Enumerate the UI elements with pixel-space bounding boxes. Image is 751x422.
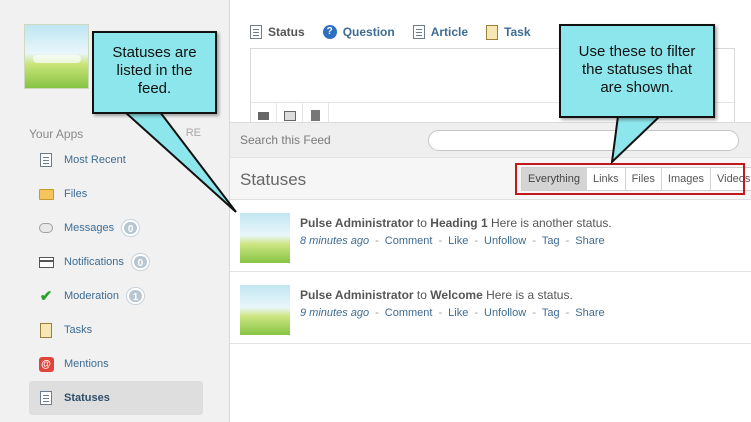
status-text: Here is a status. bbox=[486, 288, 573, 302]
folder-icon bbox=[38, 186, 54, 202]
user-avatar[interactable] bbox=[24, 24, 89, 89]
status-icon bbox=[38, 390, 54, 406]
share-link[interactable]: Share bbox=[575, 307, 604, 319]
sidebar-item-label: Files bbox=[64, 188, 88, 200]
timestamp[interactable]: 9 minutes ago bbox=[300, 307, 369, 319]
sidebar-item-label: Tasks bbox=[64, 324, 93, 336]
sidebar-item-label: Notifications bbox=[64, 256, 124, 268]
sidebar-item-moderation[interactable]: ✔ Moderation 1 bbox=[29, 279, 203, 313]
comment-link[interactable]: Comment bbox=[385, 307, 433, 319]
search-input[interactable] bbox=[428, 130, 739, 151]
sidebar-item-messages[interactable]: Messages 0 bbox=[29, 211, 203, 245]
status-meta: 9 minutes ago - Comment - Like - Unfollow - Tag -… bbox=[300, 307, 605, 319]
tab-label: Question bbox=[342, 25, 395, 39]
sidebar-item-tasks[interactable]: Tasks bbox=[29, 313, 203, 347]
to-word: to bbox=[416, 288, 427, 302]
sidebar-item-label: Mentions bbox=[64, 358, 109, 370]
status-line: Pulse Administrator to Welcome Here is a… bbox=[300, 288, 573, 302]
search-label: Search this Feed bbox=[240, 133, 331, 147]
tag-link[interactable]: Tag bbox=[542, 307, 560, 319]
tab-label: Article bbox=[430, 25, 469, 39]
callout-line: feed. bbox=[137, 80, 172, 97]
timestamp[interactable]: 8 minutes ago bbox=[300, 235, 369, 247]
sidebar-item-most-recent[interactable]: Most Recent bbox=[29, 143, 203, 177]
sidebar-item-label: Moderation bbox=[64, 290, 120, 302]
feed-search-bar: Search this Feed bbox=[230, 122, 751, 158]
sidebar-item-files[interactable]: Files bbox=[29, 177, 203, 211]
tab-label: Status bbox=[268, 25, 305, 39]
sidebar-item-statuses[interactable]: Statuses bbox=[29, 381, 203, 415]
avatar[interactable] bbox=[240, 213, 290, 263]
your-apps-header: Your Apps RE bbox=[29, 127, 201, 141]
like-link[interactable]: Like bbox=[448, 307, 468, 319]
feed-title: Statuses bbox=[240, 170, 307, 189]
callout-filters: Use these to filter the statuses that ar… bbox=[559, 24, 715, 118]
sidebar-item-label: Most Recent bbox=[64, 154, 126, 166]
status-meta: 8 minutes ago - Comment - Like - Unfollow - Tag -… bbox=[300, 235, 605, 247]
tab-question[interactable]: ? Question bbox=[322, 25, 395, 39]
count-badge: 0 bbox=[131, 254, 149, 270]
callout-line: the statuses that bbox=[581, 61, 693, 78]
article-icon bbox=[412, 25, 425, 39]
unfollow-link[interactable]: Unfollow bbox=[484, 235, 526, 247]
sidebar-item-label: Messages bbox=[64, 222, 115, 234]
clipboard-icon bbox=[38, 322, 54, 338]
status-item: Pulse Administrator to Welcome Here is a… bbox=[230, 273, 751, 344]
avatar[interactable] bbox=[240, 285, 290, 335]
target-link[interactable]: Welcome bbox=[430, 288, 482, 302]
count-badge: 0 bbox=[122, 220, 140, 236]
tab-status[interactable]: Status bbox=[250, 25, 305, 39]
status-line: Pulse Administrator to Heading 1 Here is… bbox=[300, 216, 612, 230]
like-link[interactable]: Like bbox=[448, 235, 468, 247]
unfollow-link[interactable]: Unfollow bbox=[484, 307, 526, 319]
comment-link[interactable]: Comment bbox=[385, 235, 433, 247]
callout-line: Use these to filter bbox=[578, 43, 696, 60]
target-link[interactable]: Heading 1 bbox=[430, 216, 487, 230]
app-nav: Most Recent Files Messages 0 Notificatio… bbox=[29, 143, 203, 415]
status-item: Pulse Administrator to Heading 1 Here is… bbox=[230, 201, 751, 272]
task-icon bbox=[486, 24, 499, 40]
share-link[interactable]: Share bbox=[575, 235, 604, 247]
tab-label: Task bbox=[504, 25, 531, 39]
your-apps-title: Your Apps bbox=[29, 127, 84, 141]
filter-highlight-box bbox=[515, 163, 745, 195]
check-icon: ✔ bbox=[39, 288, 53, 305]
tag-link[interactable]: Tag bbox=[542, 235, 560, 247]
question-icon: ? bbox=[322, 25, 337, 39]
tab-task[interactable]: Task bbox=[486, 24, 531, 40]
status-icon bbox=[250, 25, 262, 39]
tab-article[interactable]: Article bbox=[412, 25, 469, 39]
notification-icon bbox=[38, 254, 54, 270]
to-word: to bbox=[416, 216, 427, 230]
callout-feed: Statuses are listed in the feed. bbox=[92, 31, 217, 114]
sidebar-item-label: Statuses bbox=[64, 392, 110, 404]
count-badge: 1 bbox=[127, 288, 145, 304]
at-icon: @ bbox=[38, 356, 54, 372]
callout-line: listed in the bbox=[116, 62, 193, 79]
author-link[interactable]: Pulse Administrator bbox=[300, 288, 414, 302]
status-text: Here is another status. bbox=[490, 216, 612, 230]
recent-icon bbox=[38, 152, 54, 168]
author-link[interactable]: Pulse Administrator bbox=[300, 216, 414, 230]
callout-line: Statuses are bbox=[112, 44, 197, 61]
sidebar-item-mentions[interactable]: @ Mentions bbox=[29, 347, 203, 381]
sidebar-item-notifications[interactable]: Notifications 0 bbox=[29, 245, 203, 279]
more-link[interactable]: RE bbox=[186, 127, 201, 141]
callout-line: are shown. bbox=[600, 79, 674, 96]
message-icon bbox=[38, 220, 54, 236]
